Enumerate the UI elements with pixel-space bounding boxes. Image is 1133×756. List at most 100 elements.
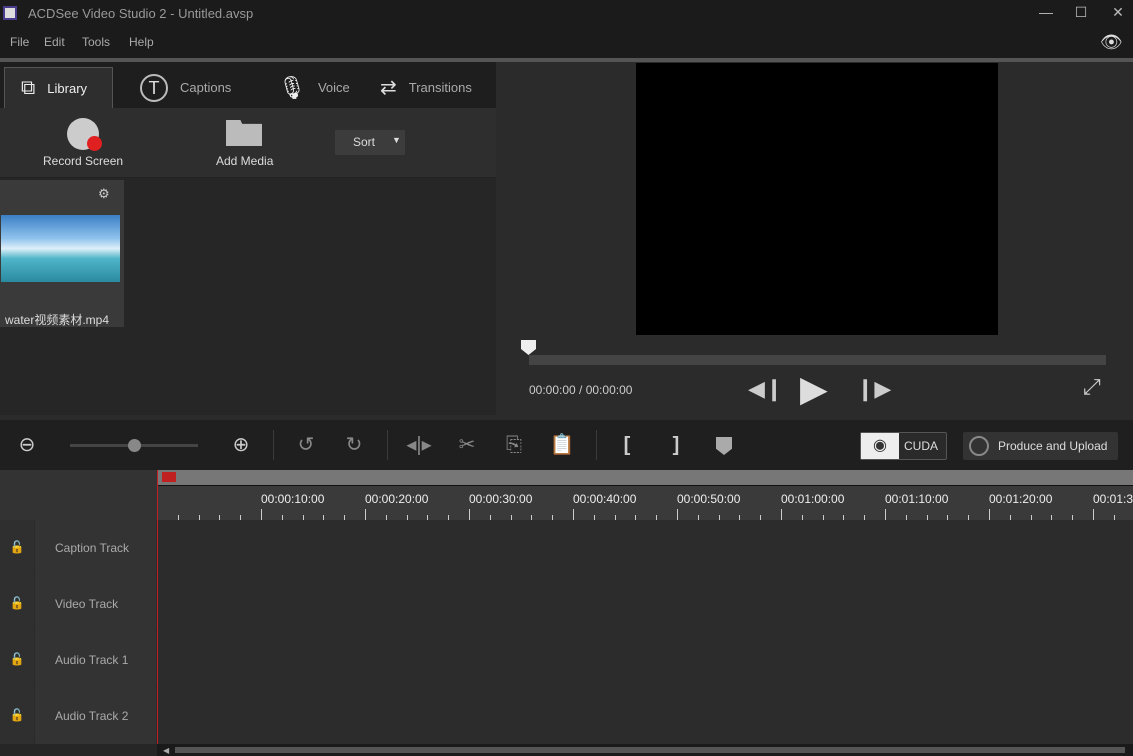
eye-icon[interactable]: 👁 — [1100, 32, 1123, 53]
step-forward-button[interactable]: ❙▶ — [856, 376, 891, 402]
scrollbar-thumb[interactable] — [175, 747, 1125, 753]
cuda-button[interactable]: ◉ CUDA — [860, 432, 947, 460]
menu-bar: File Edit Tools Help 👁 — [0, 28, 1133, 58]
scrollbar-corner — [0, 744, 157, 756]
ruler-label: 00:01:00:00 — [781, 492, 845, 506]
track-area[interactable] — [157, 576, 1133, 632]
track-row: 🔓 Caption Track — [0, 520, 1133, 576]
horizontal-scrollbar[interactable]: ◀ — [157, 744, 1133, 756]
cut-button[interactable]: ✂ — [454, 432, 480, 458]
track-name: Audio Track 1 — [35, 632, 156, 688]
record-screen-button[interactable]: Record Screen — [43, 116, 127, 176]
divider — [596, 430, 597, 460]
track-row: 🔓 Video Track — [0, 576, 1133, 632]
timeline-ruler[interactable]: 00:00:10:00 00:00:20:00 00:00:30:00 00:00:4… — [157, 470, 1133, 520]
marker-button[interactable] — [716, 437, 732, 455]
media-grid: ⚙ water视频素材.mp4 — [0, 178, 496, 415]
paste-button[interactable]: 📋 — [549, 432, 575, 458]
ruler-label: 00:00:40:00 — [573, 492, 637, 506]
add-media-button[interactable]: Add Media — [216, 116, 276, 176]
mark-in-button[interactable]: [ — [614, 432, 640, 458]
ruler-tick — [573, 509, 574, 520]
media-item[interactable]: ⚙ water视频素材.mp4 — [0, 180, 124, 327]
library-icon: ⧉ — [21, 76, 36, 99]
lock-icon[interactable]: 🔓 — [0, 520, 34, 576]
microphone-icon: 🎙 — [278, 74, 306, 100]
ruler-label: 00:01:3 — [1093, 492, 1133, 506]
lock-icon[interactable]: 🔓 — [0, 576, 34, 632]
ruler-label: 00:00:20:00 — [365, 492, 429, 506]
track-row: 🔓 Audio Track 1 — [0, 632, 1133, 688]
produce-upload-button[interactable]: Produce and Upload — [963, 432, 1118, 460]
media-thumbnail — [1, 215, 120, 282]
ruler-tick — [677, 509, 678, 520]
timeline-start-marker[interactable] — [162, 472, 176, 482]
sort-dropdown[interactable]: Sort ▼ — [335, 130, 405, 155]
ruler-label: 00:00:10:00 — [261, 492, 325, 506]
copy-button[interactable]: ⎘ — [501, 432, 527, 458]
step-back-button[interactable]: ◀❙ — [748, 376, 783, 402]
folder-icon — [226, 120, 262, 146]
tab-voice[interactable]: 🎙 Voice — [278, 67, 350, 108]
window-title: ACDSee Video Studio 2 - Untitled.avsp — [28, 6, 254, 21]
tab-bar: ⧉ Library T Captions 🎙 Voice ⇄ Transitions — [0, 62, 496, 108]
menu-edit[interactable]: Edit — [44, 35, 65, 49]
time-display: 00:00:00 / 00:00:00 — [529, 383, 633, 397]
ruler-label: 00:01:20:00 — [989, 492, 1053, 506]
ruler-tick — [989, 509, 990, 520]
timeline-scrub-bar[interactable] — [157, 470, 1133, 486]
library-toolbar: Record Screen Add Media Sort ▼ — [0, 108, 496, 178]
divider — [387, 430, 388, 460]
lock-icon[interactable]: 🔓 — [0, 688, 34, 744]
preview-panel: 00:00:00 / 00:00:00 ◀❙ ▶ ❙▶ ⤢ — [500, 62, 1133, 415]
track-area[interactable] — [157, 632, 1133, 688]
lock-icon[interactable]: 🔓 — [0, 632, 34, 688]
close-button[interactable]: ✕ — [1103, 4, 1133, 24]
transitions-icon: ⇄ — [380, 77, 397, 99]
video-reel-icon: ⚙ — [98, 186, 110, 201]
zoom-slider-handle[interactable] — [128, 439, 141, 452]
split-button[interactable]: ◂|▸ — [406, 432, 432, 458]
redo-button[interactable]: ↻ — [341, 432, 367, 458]
library-panel: ⧉ Library T Captions 🎙 Voice ⇄ Transitions R… — [0, 62, 496, 415]
playhead-line — [157, 470, 158, 756]
track-name: Video Track — [35, 576, 156, 632]
track-name: Caption Track — [35, 520, 156, 576]
film-reel-icon — [969, 436, 989, 456]
ruler-label: 00:01:10:00 — [885, 492, 949, 506]
zoom-out-button[interactable]: ⊖ — [14, 432, 40, 458]
preview-progress-bar[interactable] — [529, 355, 1106, 365]
track-area[interactable] — [157, 520, 1133, 576]
fullscreen-icon[interactable]: ⤢ — [1083, 374, 1101, 400]
captions-icon: T — [140, 73, 168, 102]
chevron-down-icon: ▼ — [392, 135, 401, 145]
menu-file[interactable]: File — [10, 35, 29, 49]
maximize-button[interactable]: ☐ — [1066, 4, 1096, 24]
divider — [273, 430, 274, 460]
app-icon — [3, 6, 17, 20]
timeline-toolbar: ⊖ ⊕ ↺ ↻ ◂|▸ ✂ ⎘ 📋 [ ] ◉ CUDA Produce and… — [0, 420, 1133, 470]
title-bar: ACDSee Video Studio 2 - Untitled.avsp — … — [0, 0, 1133, 28]
ruler-tick — [1093, 509, 1094, 520]
play-button[interactable]: ▶ — [800, 368, 828, 410]
tab-library[interactable]: ⧉ Library — [4, 67, 113, 108]
track-area[interactable] — [157, 688, 1133, 744]
ruler-tick — [261, 509, 262, 520]
minimize-button[interactable]: — — [1031, 4, 1061, 24]
menu-tools[interactable]: Tools — [82, 35, 110, 49]
ruler-header — [0, 470, 157, 520]
tab-captions[interactable]: T Captions — [140, 67, 231, 108]
playhead-marker[interactable] — [521, 340, 536, 355]
mark-out-button[interactable]: ] — [663, 432, 689, 458]
ruler-tick — [469, 509, 470, 520]
undo-button[interactable]: ↺ — [293, 432, 319, 458]
ruler-tick — [781, 509, 782, 520]
tab-transitions[interactable]: ⇄ Transitions — [380, 67, 472, 108]
record-icon — [87, 136, 102, 151]
ruler-label: 00:00:50:00 — [677, 492, 741, 506]
scroll-left-icon[interactable]: ◀ — [163, 746, 169, 755]
menu-help[interactable]: Help — [129, 35, 154, 49]
track-name: Audio Track 2 — [35, 688, 156, 744]
zoom-in-button[interactable]: ⊕ — [228, 432, 254, 458]
ruler-tick — [365, 509, 366, 520]
